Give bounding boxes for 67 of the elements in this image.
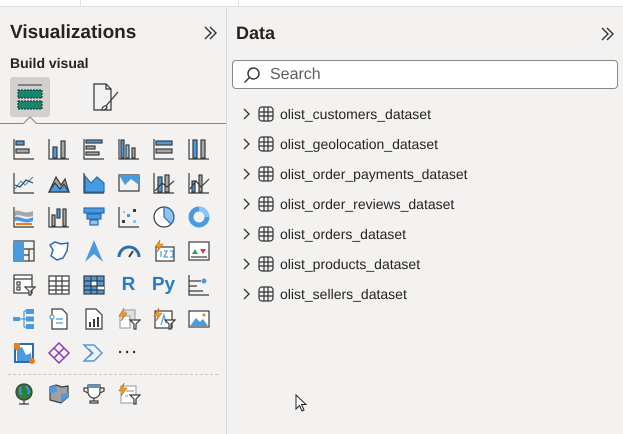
donut-chart-icon[interactable] [186, 204, 210, 228]
ribbon-chart-icon[interactable] [12, 204, 36, 228]
card-icon[interactable] [152, 238, 176, 262]
more-visuals-button[interactable]: ··· [118, 345, 139, 360]
waterfall-chart-icon[interactable] [46, 204, 70, 228]
pane-title: Visualizations [10, 21, 136, 45]
column-chart-icon[interactable] [186, 136, 210, 160]
clustered-column-chart-icon[interactable] [116, 136, 140, 160]
table-name: olist_geolocation_dataset [280, 134, 438, 154]
pane-title: Data [236, 22, 276, 45]
treemap-icon[interactable] [12, 238, 36, 262]
table-name: olist_sellers_dataset [280, 284, 407, 304]
collapse-icon[interactable] [599, 26, 615, 42]
table-icon [258, 196, 274, 212]
script-visual-button[interactable]: R [122, 275, 136, 294]
scatter-chart-icon[interactable] [116, 204, 140, 228]
decomposition-tree-icon[interactable] [12, 306, 36, 330]
collapse-icon[interactable] [202, 25, 218, 42]
table-name: olist_orders_dataset [280, 224, 406, 244]
stacked-bar-chart-icon[interactable] [12, 136, 36, 160]
line-column-chart-icon[interactable] [152, 170, 176, 194]
key-influencers-icon[interactable] [186, 272, 210, 296]
table-icon [258, 136, 274, 152]
script-visual-button[interactable]: Py [152, 275, 176, 294]
pie-chart-icon[interactable] [152, 204, 176, 228]
search-icon [243, 66, 261, 84]
table-icon [258, 226, 274, 242]
table-item[interactable]: olist_geolocation_dataset [227, 129, 623, 159]
table-item[interactable]: olist_orders_dataset [227, 219, 623, 249]
diamond-grid-icon[interactable] [46, 340, 70, 364]
slicer-icon[interactable] [12, 272, 36, 296]
table-item[interactable]: olist_order_reviews_dataset [227, 189, 623, 219]
table-item[interactable]: olist_customers_dataset [227, 99, 623, 129]
lightning-filter-icon[interactable] [152, 306, 176, 330]
table-item[interactable]: olist_sellers_dataset [227, 279, 623, 309]
section-label: Build visual [9, 54, 90, 70]
stacked-area-chart-icon[interactable] [82, 170, 106, 194]
fields-layout-icon [15, 82, 45, 112]
stacked-column-chart-icon[interactable] [46, 136, 70, 160]
document-icon[interactable] [46, 306, 70, 330]
shape-map-icon[interactable] [46, 382, 70, 406]
table-item[interactable]: olist_products_dataset [227, 249, 623, 279]
lightning-filter-icon[interactable] [116, 306, 140, 330]
table-icon[interactable] [46, 272, 70, 296]
table-icon [258, 106, 274, 122]
table-icon [258, 286, 274, 302]
kpi-icon[interactable] [186, 238, 210, 262]
mouse-cursor-icon [295, 394, 307, 412]
table-name: olist_customers_dataset [280, 104, 431, 124]
matrix-icon[interactable] [82, 272, 106, 296]
table-name: olist_order_payments_dataset [280, 164, 468, 184]
trophy-icon[interactable] [82, 382, 106, 406]
funnel-chart-icon[interactable] [82, 204, 106, 228]
search-field[interactable]: Search [232, 60, 618, 89]
line-chart-icon[interactable] [12, 170, 36, 194]
table-name: olist_order_reviews_dataset [280, 194, 454, 214]
table-name: olist_products_dataset [280, 254, 420, 274]
table-icon [258, 256, 274, 272]
bar-chart-icon[interactable] [152, 136, 176, 160]
map-pin-icon[interactable] [12, 340, 36, 364]
lightning-filter-icon[interactable] [116, 382, 140, 406]
build-visual-tab[interactable] [10, 76, 50, 116]
table-item[interactable]: olist_order_payments_dataset [227, 159, 623, 189]
table-icon [258, 166, 274, 182]
map-outline-icon[interactable] [46, 238, 70, 262]
clustered-bar-chart-icon[interactable] [82, 136, 106, 160]
line-column-chart-icon[interactable] [186, 170, 210, 194]
